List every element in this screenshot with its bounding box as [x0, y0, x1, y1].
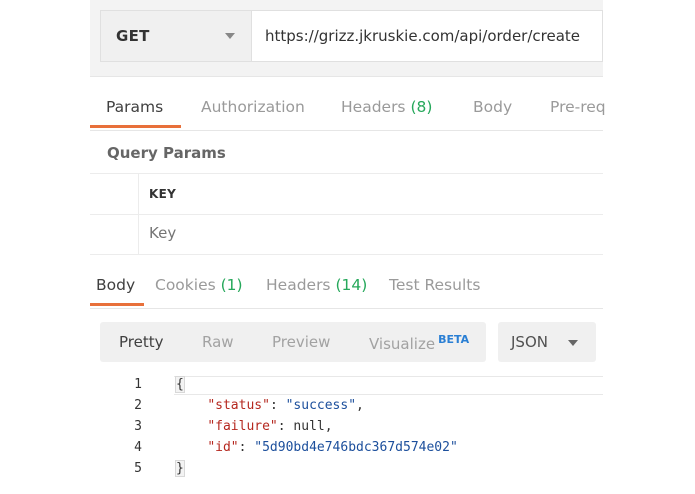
- cookies-count: (1): [220, 276, 243, 294]
- query-params-header-row: KEY: [90, 173, 603, 215]
- query-params-title: Query Params: [107, 144, 226, 162]
- response-code-view[interactable]: 1 2 3 4 5 { "status": "success", "failur…: [100, 374, 603, 482]
- view-visualize-button[interactable]: Visualize BETA: [369, 333, 469, 353]
- format-label: JSON: [511, 333, 548, 351]
- line-number: 3: [134, 419, 142, 434]
- view-pretty-button[interactable]: Pretty: [119, 333, 164, 351]
- json-key: "status": [207, 398, 270, 413]
- query-params-section: Query Params KEY: [90, 130, 603, 255]
- url-input[interactable]: https://grizz.jkruskie.com/api/order/cre…: [252, 10, 603, 62]
- tab-cookies[interactable]: Cookies (1): [155, 276, 243, 294]
- format-select[interactable]: JSON: [498, 322, 596, 362]
- tab-response-body[interactable]: Body: [96, 276, 135, 294]
- method-label: GET: [116, 27, 150, 45]
- tab-response-headers[interactable]: Headers (14): [266, 276, 367, 294]
- view-preview-button[interactable]: Preview: [272, 333, 330, 351]
- request-bar: GET https://grizz.jkruskie.com/api/order…: [90, 0, 603, 77]
- view-raw-button[interactable]: Raw: [202, 333, 234, 351]
- query-params-row: [90, 214, 603, 255]
- tab-params[interactable]: Params: [106, 98, 163, 116]
- tab-authorization[interactable]: Authorization: [201, 98, 305, 116]
- url-text: https://grizz.jkruskie.com/api/order/cre…: [265, 27, 581, 45]
- response-headers-count: (14): [335, 276, 368, 294]
- active-line-highlight: [174, 376, 603, 395]
- active-tab-indicator: [90, 125, 181, 128]
- json-string: "success": [285, 398, 357, 413]
- open-brace: {: [175, 376, 185, 393]
- code-line: {: [175, 376, 185, 393]
- line-number: 1: [134, 377, 142, 392]
- view-mode-bar: Pretty Raw Preview Visualize BETA: [100, 322, 486, 362]
- beta-badge: BETA: [438, 333, 470, 346]
- json-key: "failure": [207, 419, 278, 434]
- key-cell: [138, 214, 603, 254]
- line-number: 5: [134, 461, 142, 476]
- code-line: "failure": null,: [207, 419, 333, 434]
- tab-pre-request[interactable]: Pre-req: [550, 98, 606, 116]
- code-line: "status": "success",: [207, 398, 364, 413]
- chevron-down-icon: [225, 33, 235, 39]
- line-number: 2: [134, 398, 142, 413]
- key-column-label: KEY: [149, 187, 177, 201]
- code-line: }: [175, 460, 185, 477]
- response-tabs: Body Cookies (1) Headers (14) Test Resul…: [90, 254, 603, 309]
- json-null: null: [293, 419, 325, 434]
- tab-body[interactable]: Body: [473, 98, 512, 116]
- key-column-header: KEY: [138, 174, 603, 214]
- json-string: "5d90bd4e746bdc367d574e02": [254, 440, 458, 455]
- json-key: "id": [207, 440, 239, 455]
- method-select[interactable]: GET: [100, 10, 252, 62]
- tab-headers[interactable]: Headers (8): [341, 98, 432, 116]
- headers-count: (8): [410, 98, 433, 116]
- tab-test-results[interactable]: Test Results: [389, 276, 480, 294]
- active-response-tab-indicator: [90, 303, 144, 306]
- key-input[interactable]: [149, 224, 449, 242]
- close-brace: }: [175, 460, 185, 477]
- chevron-down-icon: [568, 340, 578, 346]
- line-number: 4: [134, 440, 142, 455]
- request-tabs: Params Authorization Headers (8) Body Pr…: [90, 76, 606, 131]
- code-line: "id": "5d90bd4e746bdc367d574e02": [207, 440, 458, 455]
